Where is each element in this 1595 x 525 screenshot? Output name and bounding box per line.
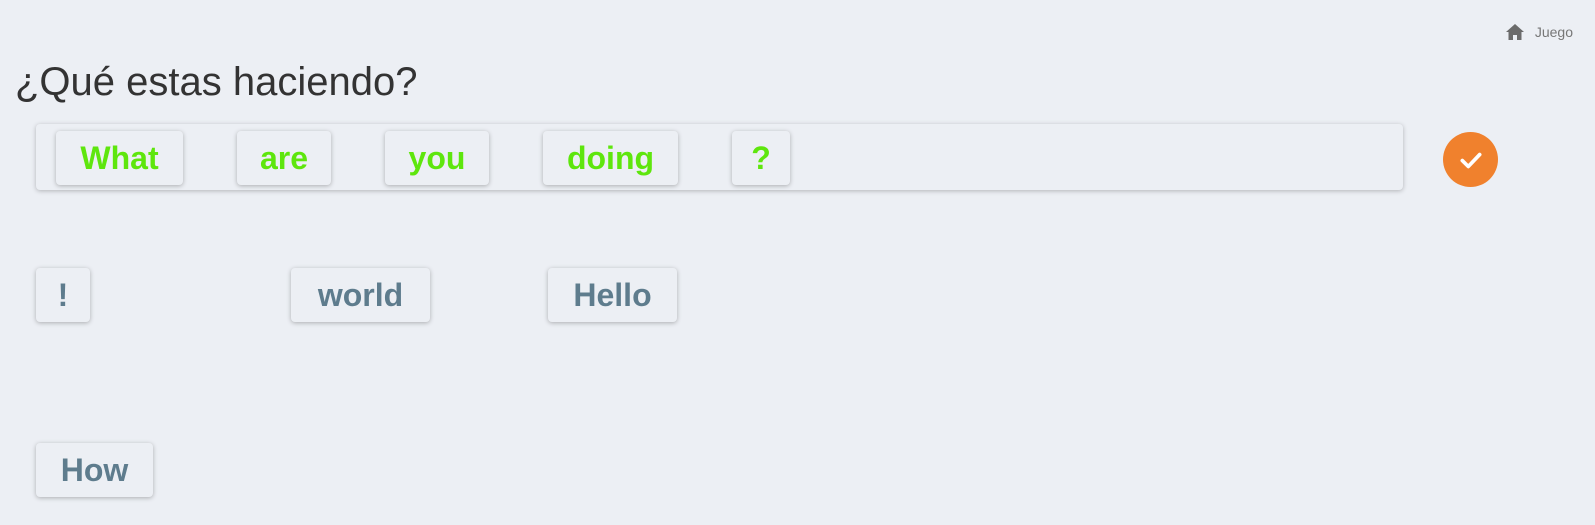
breadcrumb-label[interactable]: Juego xyxy=(1535,24,1573,40)
word-bank-how[interactable]: How xyxy=(36,443,153,497)
word-bank-hello[interactable]: Hello xyxy=(548,268,677,322)
checkmark-icon xyxy=(1459,152,1482,168)
breadcrumb[interactable]: Juego xyxy=(1505,23,1573,41)
answer-word-what[interactable]: What xyxy=(56,131,183,185)
page-title: ¿Qué estas haciendo? xyxy=(15,60,418,104)
answer-word-you[interactable]: you xyxy=(385,131,489,185)
word-bank-exclamation[interactable]: ! xyxy=(36,268,90,322)
answer-word-are[interactable]: are xyxy=(237,131,331,185)
answer-drop-zone[interactable]: What are you doing ? xyxy=(36,124,1403,190)
word-bank-world[interactable]: world xyxy=(291,268,430,322)
answer-word-question-mark[interactable]: ? xyxy=(732,131,790,185)
answer-word-doing[interactable]: doing xyxy=(543,131,678,185)
home-icon[interactable] xyxy=(1505,23,1525,41)
check-answer-button[interactable] xyxy=(1443,132,1498,187)
